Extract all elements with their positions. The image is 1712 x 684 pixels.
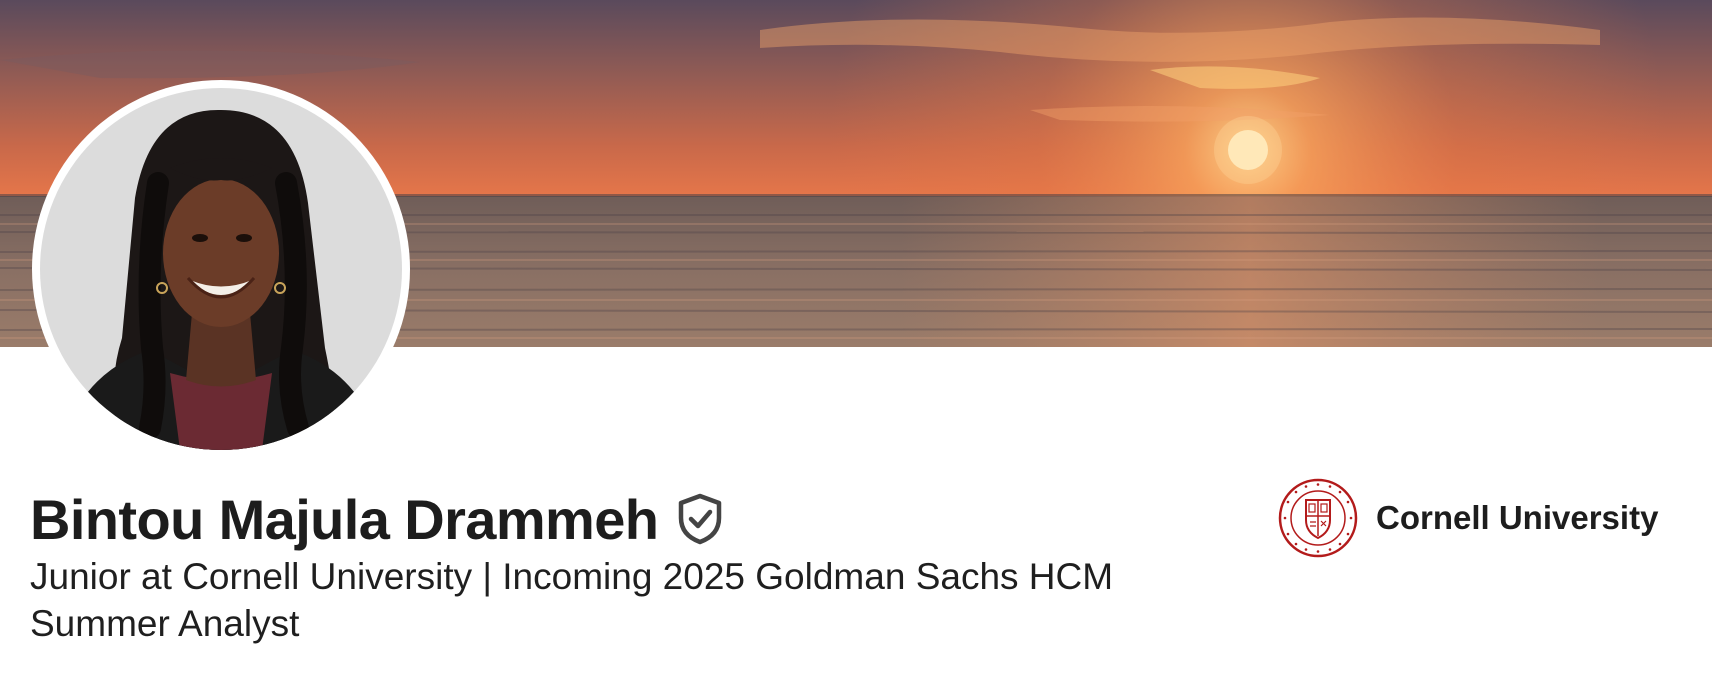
name-row: Bintou Majula Drammeh	[30, 484, 724, 554]
profile-card: Bintou Majula Drammeh Junior at Cornell …	[0, 0, 1712, 684]
headline-line-2: Summer Analyst	[30, 603, 300, 644]
education-link[interactable]: Cornell University	[1278, 478, 1658, 558]
verified-shield-icon[interactable]	[676, 493, 724, 545]
cornell-seal-icon	[1278, 478, 1358, 558]
school-name: Cornell University	[1376, 499, 1659, 536]
profile-photo-image	[40, 88, 402, 450]
profile-headline: Junior at Cornell University | Incoming …	[30, 553, 1210, 647]
profile-photo[interactable]	[32, 80, 410, 458]
headline-line-1: Junior at Cornell University | Incoming …	[30, 556, 1114, 597]
profile-name: Bintou Majula Drammeh	[30, 487, 659, 551]
